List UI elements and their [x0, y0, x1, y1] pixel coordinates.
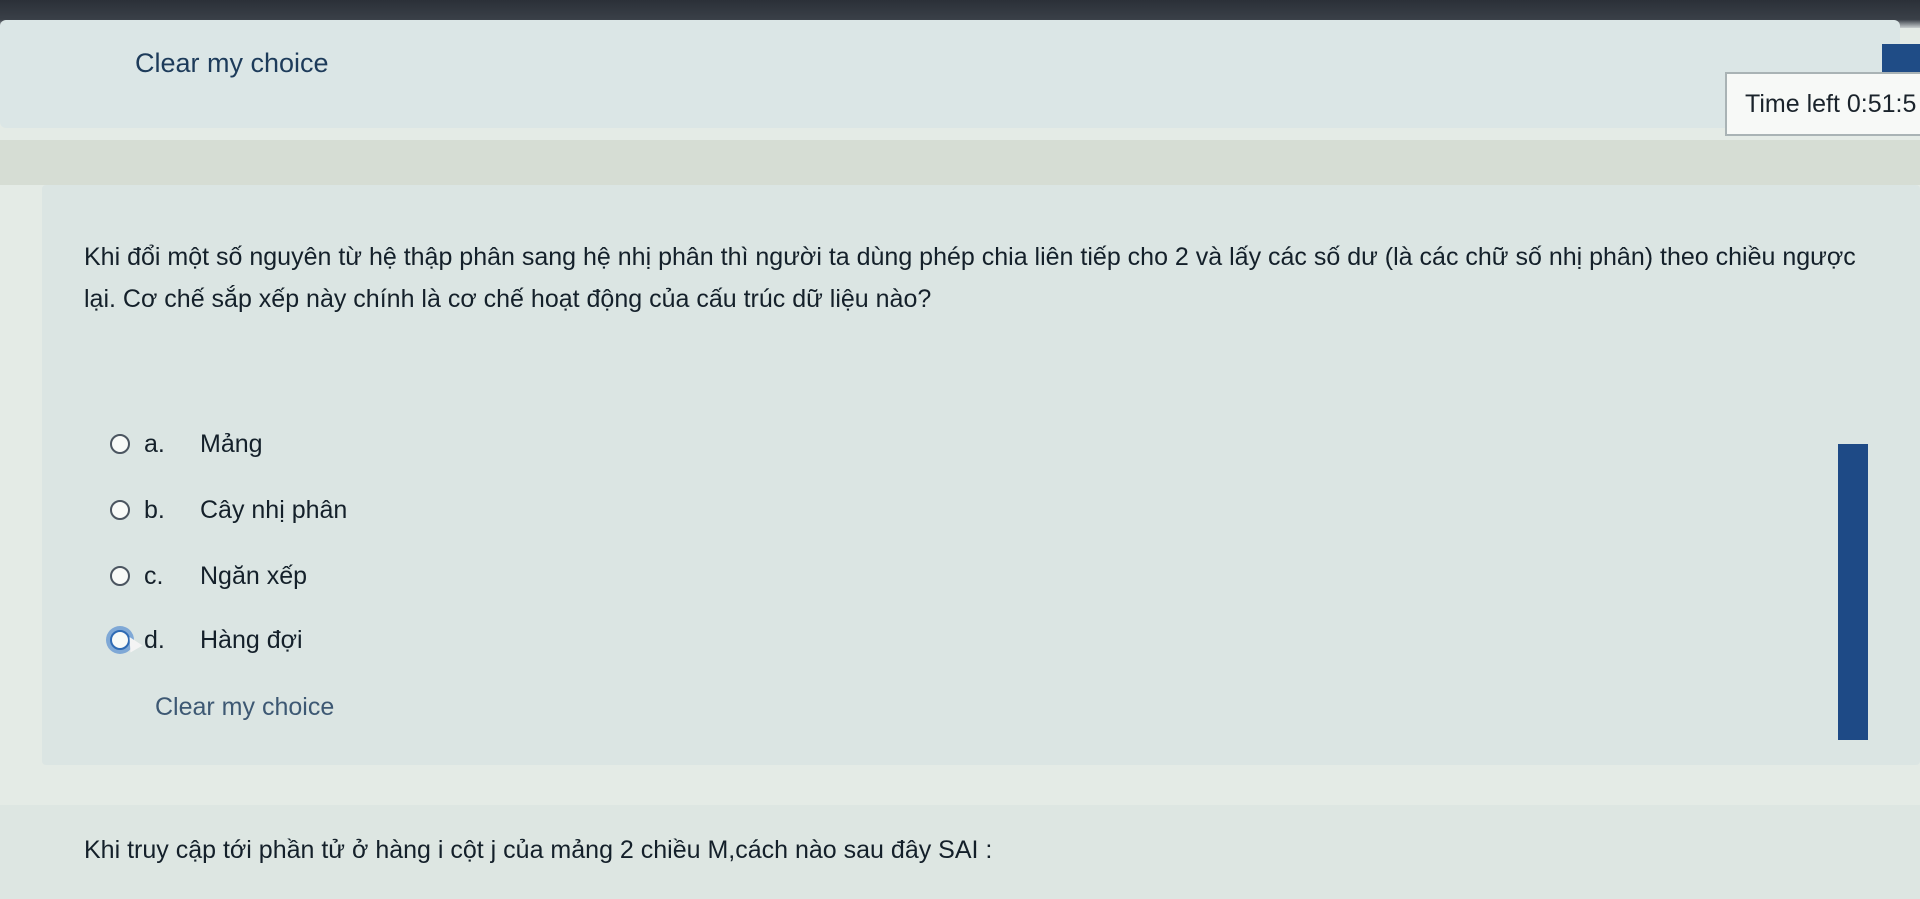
- time-left-timer: Time left 0:51:5: [1725, 72, 1920, 136]
- clear-my-choice-link-top[interactable]: Clear my choice: [135, 48, 329, 79]
- option-a[interactable]: a. Mảng: [110, 424, 263, 464]
- next-question-text: Khi truy cập tới phần tử ở hàng i cột j …: [84, 836, 993, 864]
- option-d-letter: d.: [144, 625, 165, 654]
- option-b-letter: b.: [144, 495, 165, 524]
- option-b-label: Cây nhị phân: [200, 495, 348, 524]
- option-c-label: Ngăn xếp: [200, 561, 308, 590]
- radio-option-b[interactable]: [110, 500, 130, 520]
- question-text: Khi đổi một số nguyên từ hệ thập phân sa…: [84, 243, 1856, 313]
- card-separator: [0, 140, 1920, 185]
- scrollbar-thumb[interactable]: [1838, 444, 1868, 740]
- radio-option-c[interactable]: [110, 566, 130, 586]
- option-a-letter: a.: [144, 429, 165, 458]
- option-d-label: Hàng đợi: [200, 625, 303, 654]
- option-c-letter: c.: [144, 561, 164, 590]
- option-a-label: Mảng: [200, 429, 263, 458]
- option-c[interactable]: c. Ngăn xếp: [110, 556, 307, 596]
- navigation-accent: [1882, 44, 1920, 72]
- clear-my-choice-link[interactable]: Clear my choice: [155, 693, 334, 722]
- option-b[interactable]: b. Cây nhị phân: [110, 490, 347, 530]
- radio-option-a[interactable]: [110, 434, 130, 454]
